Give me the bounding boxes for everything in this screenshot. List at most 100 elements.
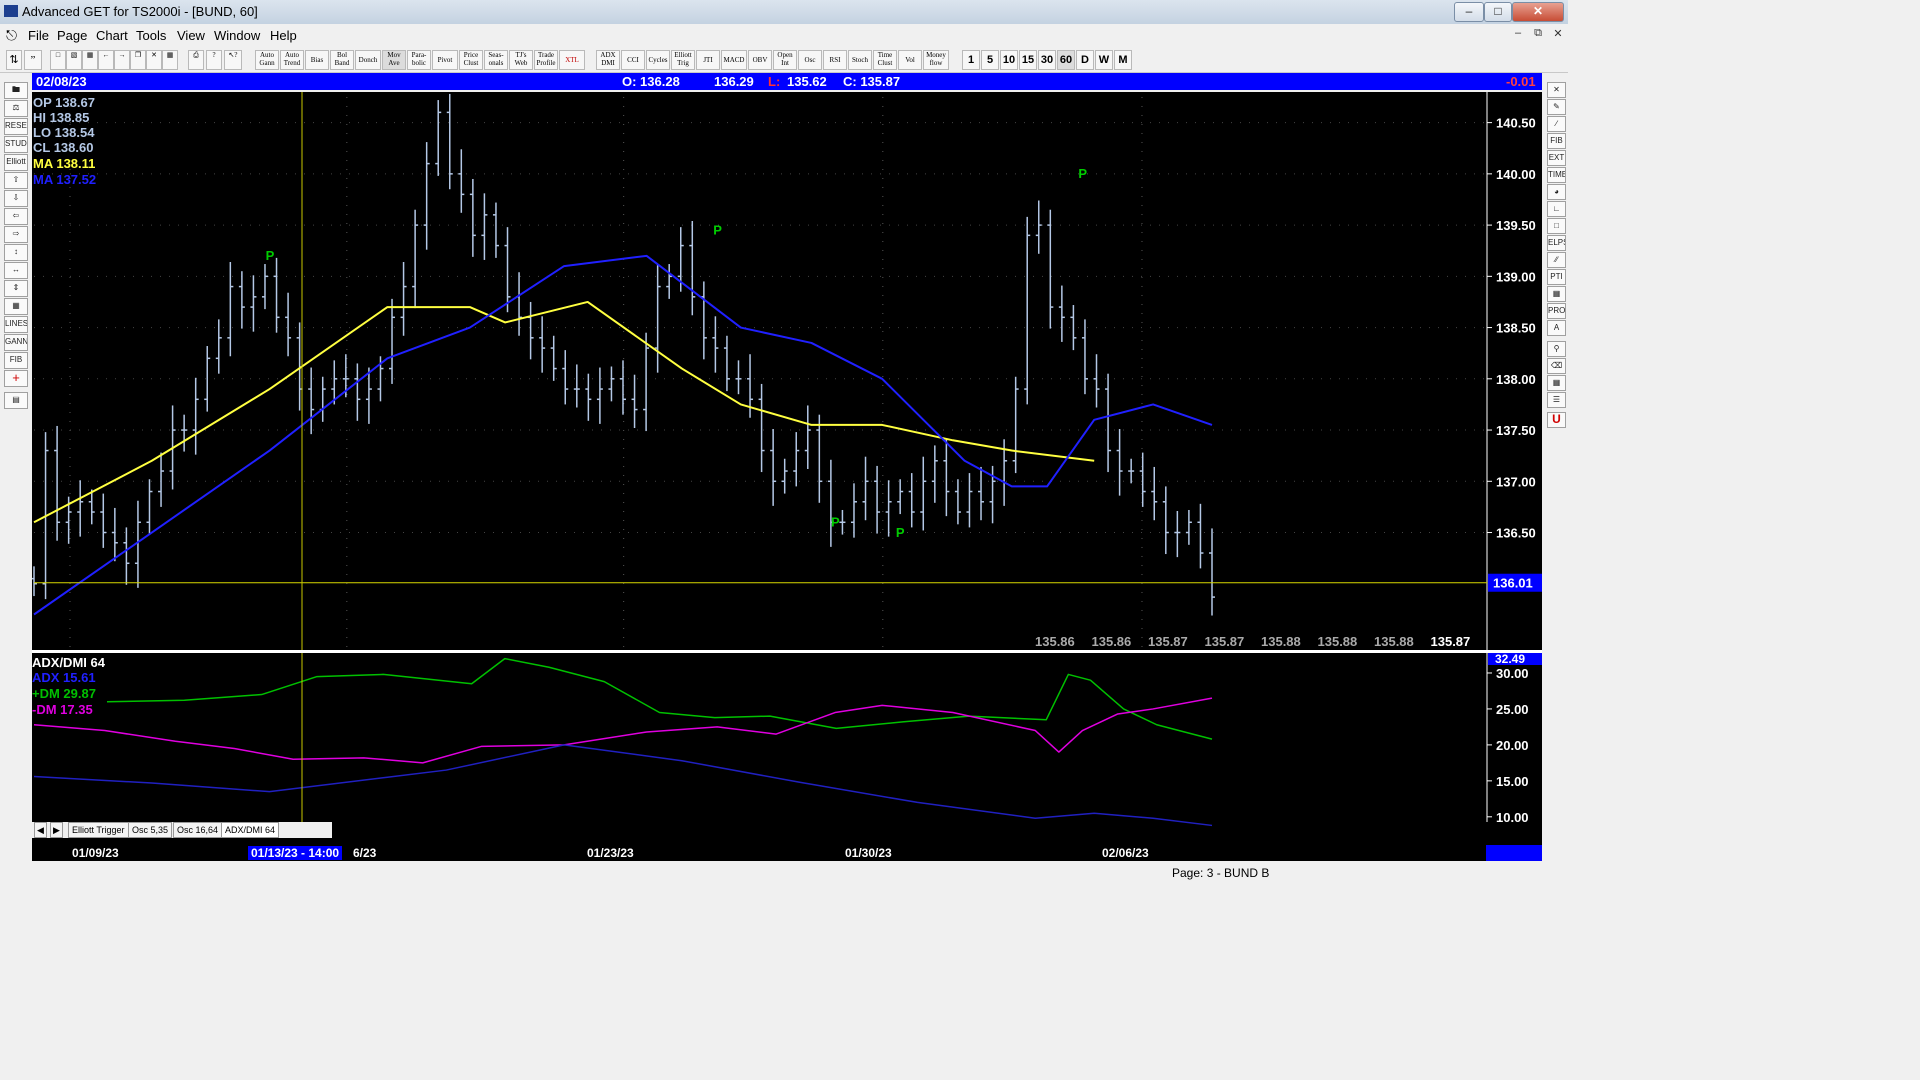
- mdi-minimize-icon[interactable]: –: [1510, 27, 1526, 41]
- toolbar-money-flow[interactable]: Money flow: [923, 50, 949, 70]
- channel-icon[interactable]: ∕∕: [1547, 252, 1566, 268]
- menu-view[interactable]: View: [177, 28, 205, 43]
- toolbar-stoch[interactable]: Stoch: [848, 50, 872, 70]
- ellipse-icon[interactable]: ELPS: [1547, 235, 1566, 251]
- pen-icon[interactable]: ✎: [1547, 99, 1566, 115]
- reset-icon[interactable]: RESET: [4, 118, 28, 135]
- menu-file[interactable]: File: [28, 28, 49, 43]
- pin-icon[interactable]: ⎋: [6, 27, 17, 44]
- toolbar-auto-trend[interactable]: Auto Trend: [280, 50, 304, 70]
- list-icon[interactable]: ☰: [1547, 392, 1566, 408]
- menu-window[interactable]: Window: [214, 28, 260, 43]
- toolbar-parabolic[interactable]: Para- bolic: [407, 50, 431, 70]
- compress-icon[interactable]: ↕: [4, 244, 28, 261]
- calculator-icon[interactable]: ▤: [4, 392, 28, 409]
- toolbar-rsi[interactable]: RSI: [823, 50, 847, 70]
- tab-adx-dmi-64[interactable]: ADX/DMI 64: [221, 822, 280, 838]
- pti-icon[interactable]: PTI: [1547, 269, 1566, 285]
- minimize-button[interactable]: –: [1454, 2, 1484, 22]
- context-help-icon[interactable]: ↖?: [224, 50, 242, 70]
- arrow-down-icon[interactable]: ⇩: [4, 190, 28, 207]
- toolbar-xtl[interactable]: XTL: [559, 50, 585, 70]
- save-icon[interactable]: ▦: [82, 50, 98, 70]
- expand-horizontal-icon[interactable]: ↔: [4, 262, 28, 279]
- table-icon[interactable]: ▦: [1547, 375, 1566, 391]
- interval-5[interactable]: 5: [981, 50, 999, 70]
- toolbar-cycles[interactable]: Cycles: [646, 50, 670, 70]
- arrow-left-icon[interactable]: ⇦: [4, 208, 28, 225]
- interval-monthly[interactable]: M: [1114, 50, 1132, 70]
- copy-icon[interactable]: ❐: [130, 50, 146, 70]
- magnet-icon[interactable]: U: [1547, 412, 1566, 428]
- fib-ret-icon[interactable]: FIB: [1547, 133, 1566, 149]
- menu-tools[interactable]: Tools: [136, 28, 166, 43]
- elliott-icon[interactable]: Elliott: [4, 154, 28, 171]
- interval-15[interactable]: 15: [1019, 50, 1037, 70]
- fib-ext-icon[interactable]: EXT: [1547, 150, 1566, 166]
- crosshair-icon[interactable]: +: [4, 370, 28, 387]
- toolbar-elliott-trig[interactable]: Elliott Trig: [671, 50, 695, 70]
- tab-scroll-left-icon[interactable]: ◀: [34, 822, 47, 838]
- toolbar-open-int[interactable]: Open Int: [773, 50, 797, 70]
- grid-toggle-icon[interactable]: ▦: [4, 298, 28, 315]
- toolbar-adx-dmi[interactable]: ADX DMI: [596, 50, 620, 70]
- interval-weekly[interactable]: W: [1095, 50, 1113, 70]
- maximize-button[interactable]: □: [1484, 2, 1512, 22]
- menu-help[interactable]: Help: [270, 28, 297, 43]
- lines-icon[interactable]: LINES: [4, 316, 28, 333]
- cursor-tool-icon[interactable]: ⇅: [6, 50, 22, 70]
- toolbar-osc[interactable]: Osc: [798, 50, 822, 70]
- interval-daily[interactable]: D: [1076, 50, 1094, 70]
- toolbar-macd[interactable]: MACD: [721, 50, 747, 70]
- help-icon[interactable]: ?: [206, 50, 222, 70]
- tab-scroll-right-icon[interactable]: ▶: [50, 822, 63, 838]
- arc-icon[interactable]: ◕: [1547, 184, 1566, 200]
- toolbar-trade-profile[interactable]: Trade Profile: [534, 50, 558, 70]
- menu-page[interactable]: Page: [57, 28, 87, 43]
- close-tool-icon[interactable]: ✕: [1547, 82, 1566, 98]
- toolbar-auto-gann[interactable]: Auto Gann: [255, 50, 279, 70]
- fan-icon[interactable]: ∟: [1547, 201, 1566, 217]
- eraser-icon[interactable]: ⌫: [1547, 358, 1566, 374]
- quote-icon[interactable]: ”: [24, 50, 42, 70]
- balance-icon[interactable]: ⚖: [4, 100, 28, 117]
- chart-area[interactable]: P P P P P 30.00 25.00 20.00 15.00 10.00 32.49 140…: [32, 92, 1542, 850]
- study-icon[interactable]: STUDY: [4, 136, 28, 153]
- delete-icon[interactable]: ✕: [146, 50, 162, 70]
- mdi-close-icon[interactable]: ✕: [1550, 27, 1566, 41]
- fib-icon[interactable]: FIB: [4, 352, 28, 369]
- prob-icon[interactable]: PROB: [1547, 303, 1566, 319]
- toolbar-donch[interactable]: Donch: [355, 50, 381, 70]
- expand-vertical-icon[interactable]: ⇕: [4, 280, 28, 297]
- close-button[interactable]: ✕: [1512, 2, 1564, 22]
- interval-30[interactable]: 30: [1038, 50, 1056, 70]
- toolbar-obv[interactable]: OBV: [748, 50, 772, 70]
- toolbar-jti[interactable]: JTI: [696, 50, 720, 70]
- gann-icon[interactable]: GANN: [4, 334, 28, 351]
- line-tool-icon[interactable]: ∕: [1547, 116, 1566, 132]
- toolbar-vol[interactable]: Vol: [898, 50, 922, 70]
- menu-chart[interactable]: Chart: [96, 28, 128, 43]
- toolbar-price-clust[interactable]: Price Clust: [459, 50, 483, 70]
- tab-osc-16-64[interactable]: Osc 16,64: [173, 822, 223, 838]
- rectangle-icon[interactable]: □: [1547, 218, 1566, 234]
- tab-elliott-trigger[interactable]: Elliott Trigger: [68, 822, 129, 838]
- grid-icon[interactable]: ▦: [162, 50, 178, 70]
- toolbar-pivot[interactable]: Pivot: [432, 50, 458, 70]
- open-icon[interactable]: ▧: [66, 50, 82, 70]
- back-icon[interactable]: ←: [98, 50, 114, 70]
- price-chart-svg[interactable]: P P P P P 30.00 25.00 20.00 15.00 10.00 32.49 140…: [32, 92, 1542, 850]
- toolbar-mov-ave[interactable]: Mov Ave: [382, 50, 406, 70]
- interval-1[interactable]: 1: [962, 50, 980, 70]
- fib-time-icon[interactable]: TIME: [1547, 167, 1566, 183]
- toolbar-seasonals[interactable]: Seas- onals: [484, 50, 508, 70]
- print-icon[interactable]: ⎙: [188, 50, 204, 70]
- toolbar-bol-band[interactable]: Bol Band: [330, 50, 354, 70]
- toolbar-tjs-web[interactable]: TJ's Web: [509, 50, 533, 70]
- toolbar-time-clust[interactable]: Time Clust: [873, 50, 897, 70]
- open-folder-icon[interactable]: 🖿: [4, 82, 28, 99]
- toolbar-cci[interactable]: CCI: [621, 50, 645, 70]
- toolbar-bias[interactable]: Bias: [305, 50, 329, 70]
- zoom-icon[interactable]: ⚲: [1547, 341, 1566, 357]
- tab-osc-5-35[interactable]: Osc 5,35: [128, 822, 173, 838]
